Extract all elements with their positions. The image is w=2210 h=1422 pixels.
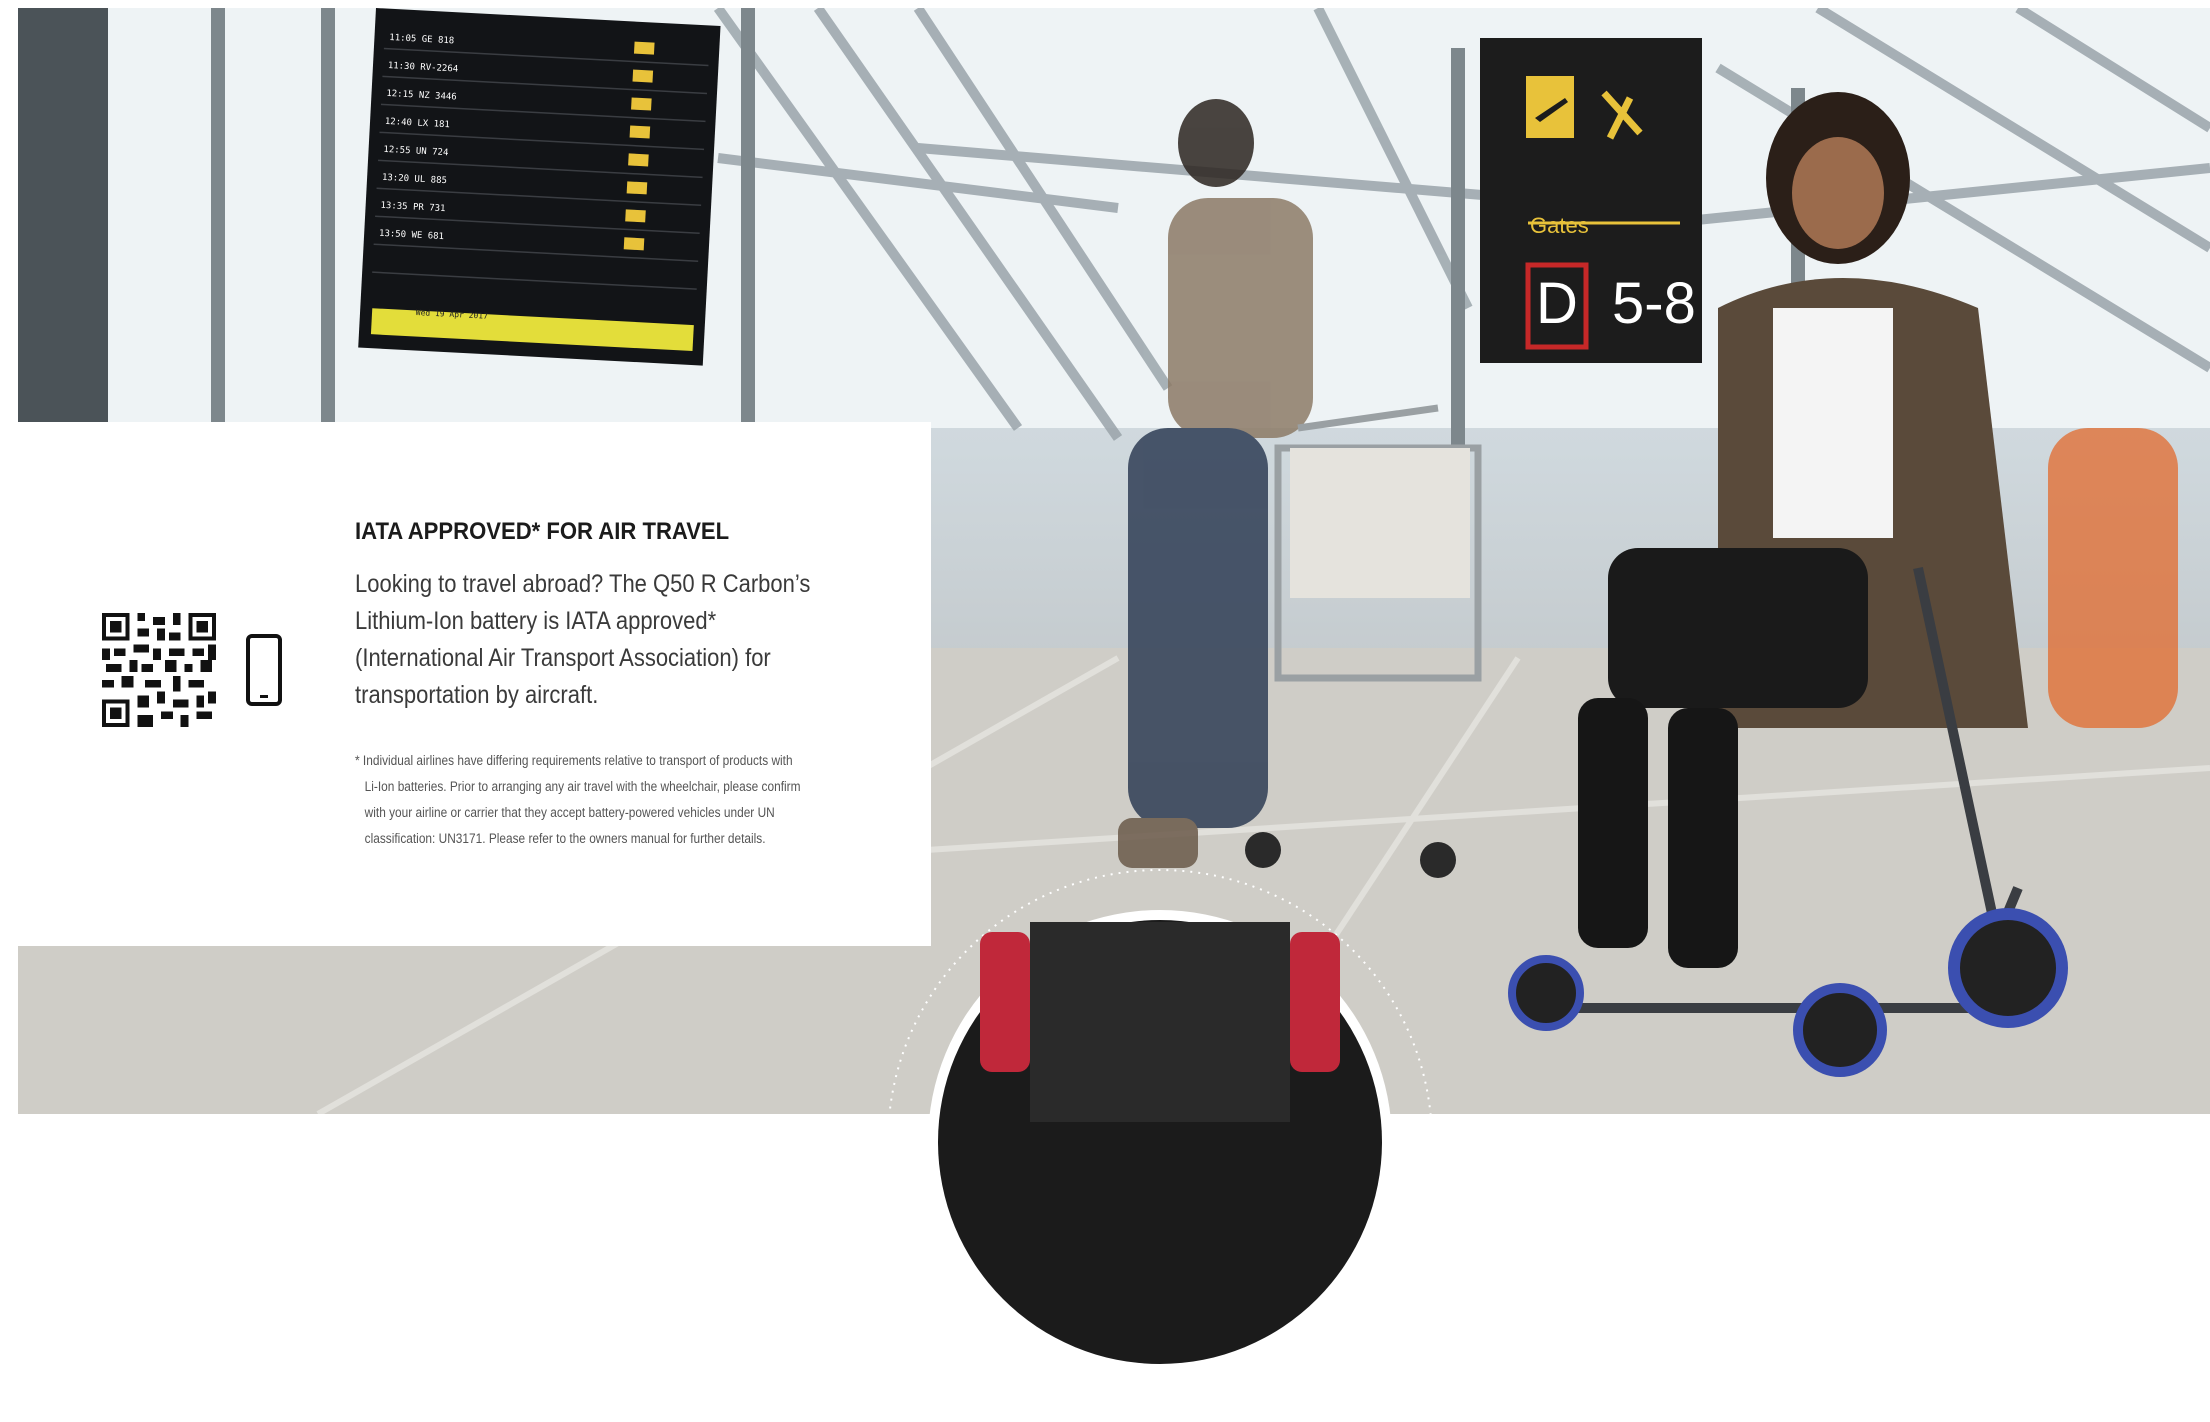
gate-sign-range: 5-8 bbox=[1612, 271, 1696, 336]
flight-board-row: 12:15 NZ 3446 bbox=[386, 88, 457, 103]
flight-board-rows: 11:05 GE 818 11:30 RV-2264 12:15 NZ 3446… bbox=[378, 24, 460, 251]
flight-board-row: 13:20 UL 885 bbox=[381, 172, 448, 187]
gate-sign-label: Gates bbox=[1530, 213, 1589, 238]
panel-footnote: * Individual airlines have differing req… bbox=[355, 748, 874, 852]
iata-info-panel: IATA APPROVED* FOR AIR TRAVEL Looking to… bbox=[18, 422, 931, 946]
gate-sign-letter: D bbox=[1536, 271, 1578, 336]
panel-body-text: Looking to travel abroad? The Q50 R Carb… bbox=[355, 570, 811, 709]
footnote-line: Li-Ion batteries. Prior to arranging any… bbox=[364, 779, 801, 794]
flight-board-row: 11:30 RV-2264 bbox=[387, 60, 459, 75]
flight-board-row: 12:55 UN 724 bbox=[383, 144, 449, 159]
flight-board-row: 13:35 PR 731 bbox=[380, 200, 446, 215]
footnote-line: with your airline or carrier that they a… bbox=[364, 805, 775, 820]
footnote-line: classification: UN3171. Please refer to … bbox=[364, 831, 766, 846]
battery-detail-inset bbox=[887, 869, 1433, 1415]
flight-board-row: 12:40 LX 181 bbox=[384, 116, 451, 131]
flight-board-row: 11:05 GE 818 bbox=[389, 32, 455, 47]
footnote-line: * Individual airlines have differing req… bbox=[355, 753, 793, 768]
flight-board-row: 13:50 WE 681 bbox=[378, 228, 445, 243]
panel-heading: IATA APPROVED* FOR AIR TRAVEL bbox=[355, 518, 730, 545]
qr-code-icon[interactable] bbox=[102, 613, 216, 727]
smartphone-icon bbox=[246, 634, 282, 706]
